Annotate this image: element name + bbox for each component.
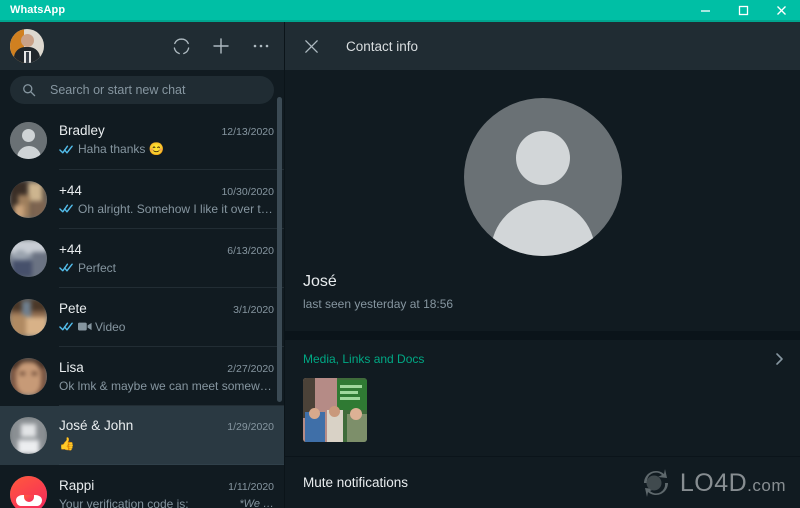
chat-list-item[interactable]: Lisa 2/27/2020 Ok lmk & maybe we can meet …: [0, 347, 284, 406]
media-section-header[interactable]: Media, Links and Docs: [303, 352, 786, 366]
window-title: WhatsApp: [10, 4, 66, 16]
contact-info-body: José last seen yesterday at 18:56 Media,…: [285, 70, 800, 508]
chat-date: 3/1/2020: [233, 303, 274, 316]
message-emoji: 😊: [148, 142, 165, 156]
chat-avatar[interactable]: [10, 417, 47, 454]
chat-avatar[interactable]: [10, 299, 47, 336]
mute-notifications-label: Mute notifications: [303, 474, 409, 490]
chat-item-content: Pete 3/1/2020 Video: [59, 288, 284, 347]
chat-preview: Perfect: [78, 260, 117, 275]
chat-name: Rappi: [59, 477, 95, 493]
title-bar: WhatsApp: [0, 0, 800, 22]
chat-list-item[interactable]: Rappi 1/11/2020 Your verification code is:…: [0, 465, 284, 508]
maximize-button[interactable]: [724, 0, 762, 21]
section-divider: [285, 331, 800, 340]
panel-title: Contact info: [346, 38, 419, 54]
chat-name: José & John: [59, 418, 134, 433]
chat-list-item[interactable]: +44 10/30/2020 Oh alright. Somehow I like …: [0, 170, 284, 229]
mute-notifications-row[interactable]: Mute notifications: [285, 455, 800, 508]
chat-avatar[interactable]: [10, 358, 47, 395]
chat-date: 12/13/2020: [221, 126, 274, 138]
video-icon: [78, 321, 92, 332]
chat-preview: Your verification code is:: [59, 496, 189, 508]
chat-item-content: Lisa 2/27/2020 Ok lmk & maybe we can meet …: [59, 347, 284, 406]
chat-item-content: José & John 1/29/2020 👍: [59, 406, 284, 465]
chat-avatar[interactable]: [10, 122, 47, 159]
chat-name: Bradley: [59, 123, 105, 138]
whatsapp-window: WhatsApp Search or start new chat Bradle…: [0, 0, 800, 508]
sidebar-header-icons: [170, 35, 272, 57]
media-thumbnail-1[interactable]: [303, 377, 367, 442]
contact-name: José: [303, 273, 337, 290]
sidebar-header: [0, 22, 284, 70]
menu-icon[interactable]: [250, 35, 272, 57]
message-emoji: 👍: [59, 437, 75, 451]
chat-preview: Video: [95, 319, 126, 334]
contact-status: last seen yesterday at 18:56: [303, 297, 454, 311]
chat-list-item[interactable]: Pete 3/1/2020 Video: [0, 288, 284, 347]
chat-date: 6/13/2020: [227, 244, 274, 257]
media-section-title: Media, Links and Docs: [303, 351, 425, 366]
status-icon[interactable]: [170, 35, 192, 57]
read-receipt-icon: [59, 203, 74, 214]
chat-item-content: +44 10/30/2020 Oh alright. Somehow I like …: [59, 170, 284, 229]
contact-info-header: Contact info: [285, 22, 800, 70]
read-receipt-icon: [59, 144, 74, 155]
chat-item-content: +44 6/13/2020 Perfect: [59, 229, 284, 288]
contact-info-panel: Contact info José last seen yesterday at…: [285, 22, 800, 508]
chat-name: +44: [59, 182, 82, 198]
chat-preview: 👍: [59, 437, 274, 452]
media-thumbnails: [303, 377, 786, 442]
chat-name: Lisa: [59, 359, 84, 375]
chat-list-scrollbar[interactable]: [277, 97, 282, 467]
chat-avatar[interactable]: [10, 476, 47, 508]
minimize-button[interactable]: [686, 0, 724, 21]
chat-list-item[interactable]: Bradley 12/13/2020 Haha thanks 😊: [0, 111, 284, 170]
new-chat-icon[interactable]: [210, 35, 232, 57]
chat-avatar[interactable]: [10, 240, 47, 277]
close-icon[interactable]: [303, 38, 320, 55]
contact-name-block: José last seen yesterday at 18:56: [285, 256, 800, 311]
chat-item-content: Bradley 12/13/2020 Haha thanks 😊: [59, 111, 284, 170]
chat-preview-suffix: *We …: [239, 497, 274, 508]
search-icon: [22, 83, 36, 97]
chat-name: Pete: [59, 300, 87, 316]
window-controls: [686, 0, 800, 21]
avatar[interactable]: [10, 29, 44, 63]
chat-list-item[interactable]: +44 6/13/2020 Perfect: [0, 229, 284, 288]
read-receipt-icon: [59, 321, 74, 332]
chat-avatar[interactable]: [10, 181, 47, 218]
chat-list[interactable]: Bradley 12/13/2020 Haha thanks 😊 +44 10/30/2…: [0, 111, 284, 508]
sidebar: Bradley 12/13/2020 Haha thanks 😊 +44 10/30/2…: [0, 22, 285, 508]
chat-date: 10/30/2020: [221, 185, 274, 198]
search-bar: [0, 70, 284, 111]
app-body: Bradley 12/13/2020 Haha thanks 😊 +44 10/30/2…: [0, 22, 800, 508]
chat-preview: Ok lmk & maybe we can meet somewh…: [59, 378, 274, 393]
chat-date: 1/11/2020: [228, 480, 274, 493]
media-section[interactable]: Media, Links and Docs: [285, 339, 800, 456]
chevron-right-icon[interactable]: [772, 352, 786, 366]
contact-profile: José last seen yesterday at 18:56: [285, 70, 800, 331]
chat-list-item[interactable]: José & John 1/29/2020 👍: [0, 406, 284, 465]
chat-item-content: Rappi 1/11/2020 Your verification code is:…: [59, 465, 284, 508]
read-receipt-icon: [59, 262, 74, 273]
chat-date: 1/29/2020: [227, 421, 274, 433]
search-input[interactable]: [50, 83, 262, 97]
chat-name: +44: [59, 241, 82, 257]
search-box[interactable]: [10, 76, 274, 104]
chat-date: 2/27/2020: [227, 362, 274, 375]
chat-preview: Oh alright. Somehow I like it over th…: [78, 201, 274, 216]
scrollbar-thumb[interactable]: [277, 97, 282, 402]
contact-avatar[interactable]: [463, 98, 622, 256]
chat-preview: Haha thanks 😊: [78, 142, 165, 156]
close-button[interactable]: [762, 0, 800, 21]
